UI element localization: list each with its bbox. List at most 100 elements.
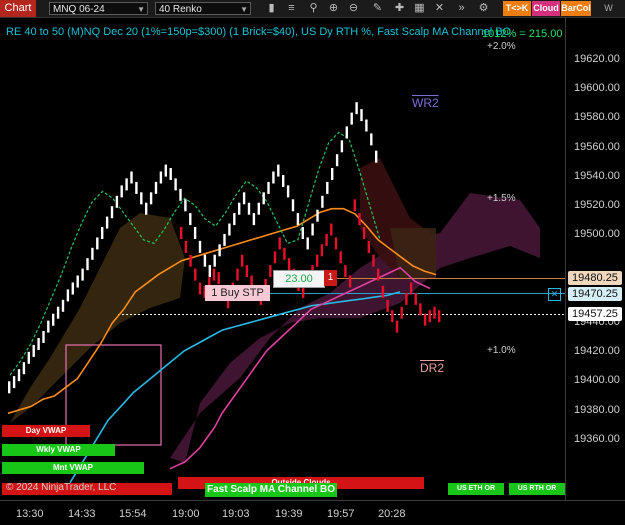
chart-toolbar: Chart MNQ 06-24 ▼ 40 Renko ▼ ▮ ≡ ⚲ ⊕ ⊖ ✎…	[0, 0, 625, 28]
up-brick	[282, 175, 285, 187]
price-box-middle: 19470.25	[568, 287, 622, 301]
down-brick	[330, 223, 333, 236]
up-brick	[56, 306, 60, 319]
down-brick	[278, 237, 281, 250]
bar-type-selector[interactable]: 40 Renko ▼	[155, 2, 251, 15]
up-brick	[174, 178, 177, 191]
bar-type-value: 40 Renko	[159, 4, 202, 15]
up-brick	[208, 265, 211, 278]
down-brick	[438, 310, 441, 323]
down-brick	[189, 254, 192, 267]
zoom-out-icon[interactable]: ⊖	[346, 1, 361, 16]
down-brick	[212, 268, 216, 281]
down-brick	[348, 275, 352, 288]
close-icon[interactable]: ✕	[548, 288, 561, 301]
view-button[interactable]: W VIEW	[592, 1, 625, 28]
down-brick	[433, 306, 436, 319]
chart-title: RE 40 to 50 (M)NQ Dec 20 (1%=150p=$300) …	[6, 26, 512, 38]
down-brick	[245, 265, 249, 278]
down-brick	[316, 254, 319, 267]
price-box-last: 19457.25	[568, 307, 622, 321]
down-brick	[273, 251, 277, 264]
time-tick: 19:00	[172, 508, 200, 520]
down-brick	[236, 268, 239, 281]
up-brick	[22, 362, 26, 375]
pct-label-15: +1.5%	[487, 193, 516, 204]
time-tick: 20:28	[378, 508, 406, 520]
price-tick: 19500.00	[574, 228, 620, 240]
up-brick	[301, 227, 304, 239]
tk-button[interactable]: T<>K	[503, 1, 531, 16]
chart-tab[interactable]: Chart	[0, 0, 36, 17]
down-brick	[362, 227, 366, 239]
pct-label-2: +2.0%	[487, 41, 516, 52]
up-brick	[316, 209, 319, 222]
wr2-label: WR2	[412, 96, 439, 110]
instrument-selector[interactable]: MNQ 06-24 ▼	[49, 2, 148, 15]
zoom-in-icon[interactable]: ⊕	[326, 1, 341, 16]
price-tick: 19380.00	[574, 404, 620, 416]
up-brick	[12, 376, 16, 389]
up-brick	[130, 171, 133, 184]
down-brick	[391, 310, 394, 323]
down-brick	[372, 254, 375, 267]
mnt-vwap-label: Mnt VWAP	[2, 462, 144, 474]
up-brick	[96, 237, 99, 250]
drawing-icon[interactable]: ✎	[370, 1, 385, 16]
up-brick	[247, 202, 251, 215]
time-tick: 19:03	[222, 508, 250, 520]
time-tick: 13:30	[16, 508, 44, 520]
us-eth-or-label: US ETH OR	[448, 483, 504, 495]
up-brick	[370, 133, 373, 146]
dr2-label: DR2	[420, 361, 445, 375]
up-brick	[355, 102, 358, 115]
up-brick	[17, 369, 21, 382]
down-brick	[353, 199, 356, 212]
price-tick: 19420.00	[574, 345, 620, 357]
purple-cloud	[170, 193, 540, 463]
properties-icon[interactable]: ⚙	[476, 1, 491, 16]
cloud-button[interactable]: Cloud	[532, 1, 560, 16]
up-brick	[149, 192, 153, 205]
time-tick: 14:33	[68, 508, 96, 520]
up-brick	[272, 171, 275, 184]
down-brick	[367, 240, 370, 253]
barcol-button[interactable]: BarCol	[561, 1, 591, 16]
dropdown-icon: ▼	[240, 5, 248, 14]
up-brick	[32, 344, 35, 357]
up-brick	[125, 178, 128, 191]
price-axis[interactable]: 19620.00 19600.00 19580.00 19560.00 1954…	[565, 18, 625, 500]
bar-chart-icon[interactable]: ▮	[264, 1, 279, 16]
down-brick	[269, 265, 272, 278]
grid-icon[interactable]: ▦	[412, 1, 427, 16]
down-brick	[414, 292, 417, 305]
up-brick	[101, 227, 104, 239]
time-tick: 19:57	[327, 508, 355, 520]
down-brick	[198, 282, 202, 295]
up-brick	[350, 112, 353, 125]
crosshair-icon[interactable]: ✚	[392, 1, 407, 16]
up-brick	[277, 164, 280, 177]
up-brick	[306, 237, 309, 250]
down-brick	[283, 247, 286, 260]
search-icon[interactable]: ⚲	[306, 1, 321, 16]
time-axis[interactable]: 13:30 14:33 15:54 19:00 19:03 19:39 19:5…	[0, 500, 625, 525]
up-brick	[154, 181, 158, 194]
properties-icon[interactable]: ≡	[284, 1, 299, 16]
up-brick	[179, 188, 182, 201]
forward-icon[interactable]: »	[454, 1, 469, 16]
close-icon[interactable]: ✕	[432, 1, 447, 16]
down-brick	[184, 240, 188, 253]
up-brick	[110, 206, 114, 219]
buy-stop-order[interactable]: 1 Buy STP	[205, 285, 270, 301]
down-brick	[405, 292, 408, 305]
order-price-box[interactable]: 23.00	[273, 270, 325, 288]
order-qty-box[interactable]: 1	[324, 270, 337, 286]
down-brick	[320, 244, 324, 257]
copyright-text: © 2024 NinjaTrader, LLC	[6, 482, 117, 493]
up-brick	[228, 223, 231, 236]
down-brick	[428, 310, 431, 323]
down-brick	[419, 303, 422, 316]
up-brick	[345, 126, 348, 139]
down-brick	[217, 272, 220, 285]
